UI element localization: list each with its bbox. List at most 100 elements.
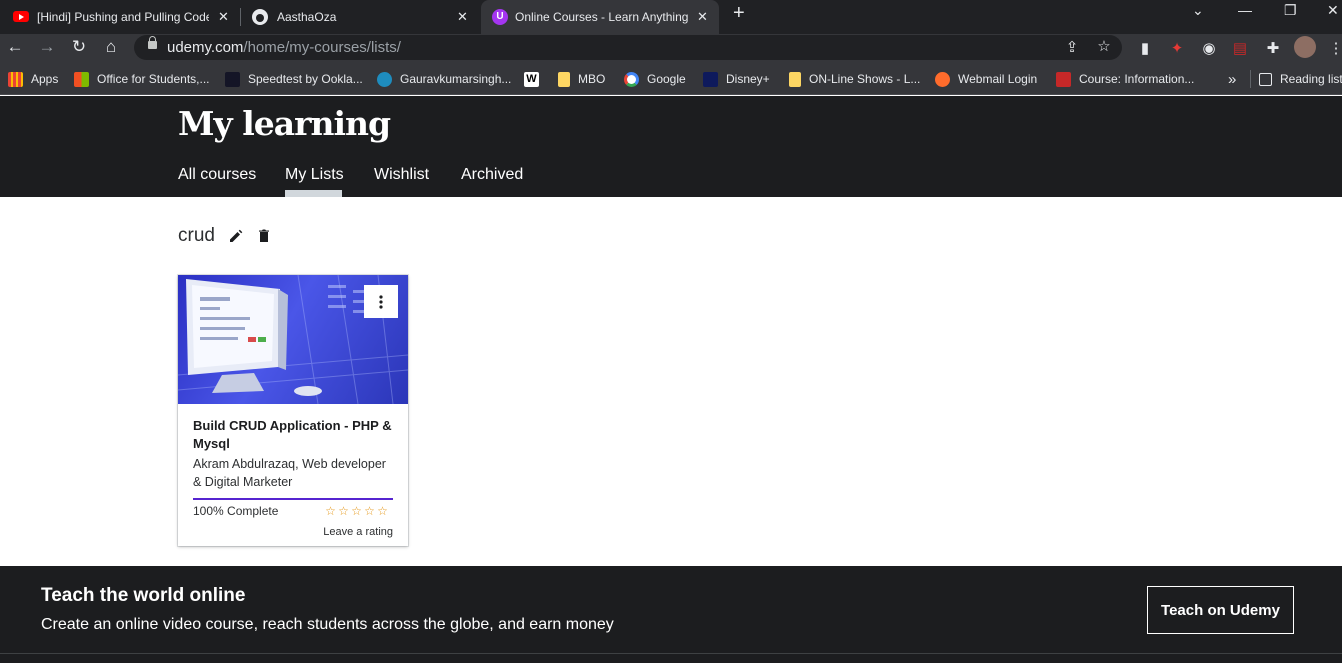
office-extension-icon[interactable]: ▮ <box>1135 39 1155 57</box>
back-icon[interactable]: ← <box>4 37 26 57</box>
browser-tab-github[interactable]: AasthaOza ✕ <box>241 0 480 34</box>
browser-tab-bar: [Hindi] Pushing and Pulling Code ✕ Aasth… <box>0 0 1342 34</box>
course-options-button[interactable] <box>364 285 398 318</box>
new-tab-icon[interactable]: + <box>733 2 745 25</box>
bookmark-course-information[interactable]: Course: Information... <box>1056 70 1194 88</box>
edit-pencil-icon[interactable] <box>228 228 244 244</box>
cpanel-icon <box>935 71 950 87</box>
teach-banner-subtitle: Create an online video course, reach stu… <box>41 616 614 633</box>
office-icon <box>74 71 89 87</box>
bookmark-star-icon[interactable]: ☆ <box>1094 37 1114 55</box>
close-tab-icon[interactable]: ✕ <box>218 9 229 25</box>
bookmark-online-shows[interactable]: ON-Line Shows - L... <box>789 70 920 88</box>
bookmark-label: Google <box>647 72 686 86</box>
close-tab-icon[interactable]: ✕ <box>457 9 468 25</box>
delete-trash-icon[interactable] <box>256 228 272 244</box>
lock-icon <box>148 36 157 49</box>
folder-icon <box>558 71 570 87</box>
leave-rating-link[interactable]: Leave a rating <box>323 526 393 538</box>
tab-wishlist[interactable]: Wishlist <box>374 166 429 184</box>
tab-title: [Hindi] Pushing and Pulling Code <box>37 10 209 24</box>
bookmark-webmail[interactable]: Webmail Login <box>935 70 1037 88</box>
browser-menu-icon[interactable]: ⋮ <box>1326 39 1342 57</box>
record-extension-icon[interactable]: ▤ <box>1230 39 1250 57</box>
reload-icon[interactable]: ↻ <box>68 37 90 57</box>
profile-avatar[interactable] <box>1294 36 1316 58</box>
star-icon[interactable]: ☆ <box>363 504 376 518</box>
pdf-extension-icon[interactable]: ✦ <box>1167 39 1187 57</box>
bookmark-apps[interactable]: Apps <box>8 70 58 88</box>
bookmark-label: Reading list <box>1280 72 1342 86</box>
bookmark-reading-list[interactable]: Reading list <box>1250 70 1342 88</box>
browser-tab-udemy[interactable]: U Online Courses - Learn Anything, ✕ <box>481 0 719 34</box>
home-icon[interactable]: ⌂ <box>100 37 122 57</box>
tab-search-icon[interactable]: ⌄ <box>1192 0 1204 24</box>
star-icon[interactable]: ☆ <box>337 504 350 518</box>
bookmark-label: ON-Line Shows - L... <box>809 72 921 86</box>
close-window-icon[interactable]: ✕ <box>1327 0 1339 24</box>
bookmark-label: Disney+ <box>726 72 770 86</box>
speedtest-icon <box>225 71 240 87</box>
browser-tab-youtube[interactable]: [Hindi] Pushing and Pulling Code ✕ <box>0 0 240 34</box>
list-name: crud <box>178 225 215 246</box>
share-icon[interactable]: ⇪ <box>1062 38 1082 56</box>
course-icon <box>1056 71 1071 87</box>
tab-title: AasthaOza <box>277 10 337 24</box>
course-progress-label: 100% Complete <box>193 504 279 518</box>
teach-on-udemy-button[interactable]: Teach on Udemy <box>1147 586 1294 634</box>
bookmark-label: Office for Students,... <box>97 72 210 86</box>
teach-banner: Teach the world online Create an online … <box>0 566 1342 663</box>
my-learning-header: My learning All courses My Lists Wishlis… <box>0 96 1342 197</box>
bookmark-label: Speedtest by Ookla... <box>248 72 363 86</box>
tab-all-courses[interactable]: All courses <box>178 166 256 184</box>
tab-archived[interactable]: Archived <box>461 166 523 184</box>
bookmark-mbo[interactable]: MBO <box>558 70 605 88</box>
url-text: udemy.com/home/my-courses/lists/ <box>167 39 401 56</box>
bookmark-speedtest[interactable]: Speedtest by Ookla... <box>225 70 363 88</box>
bookmark-google[interactable]: Google <box>624 70 686 88</box>
bookmark-disney[interactable]: Disney+ <box>703 70 770 88</box>
folder-icon <box>789 71 801 87</box>
udemy-icon: U <box>492 9 508 25</box>
extensions-puzzle-icon[interactable]: ✚ <box>1263 39 1283 57</box>
course-thumbnail[interactable] <box>178 275 408 404</box>
restore-icon[interactable]: ❐ <box>1284 0 1297 24</box>
bookmark-wordpress[interactable]: Gauravkumarsingh... <box>377 70 511 88</box>
kebab-menu-icon <box>379 294 383 309</box>
close-tab-icon[interactable]: ✕ <box>697 9 708 25</box>
bookmark-wikipedia[interactable]: W <box>524 70 547 88</box>
bookmark-label: Course: Information... <box>1079 72 1195 86</box>
bookmark-label: Gauravkumarsingh... <box>400 72 512 86</box>
tab-my-lists[interactable]: My Lists <box>285 166 344 184</box>
footer-divider <box>0 653 1342 654</box>
course-info: Build CRUD Application - PHP & Mysql Akr… <box>193 417 394 491</box>
apps-grid-icon <box>8 71 23 87</box>
star-icon[interactable]: ☆ <box>376 504 389 518</box>
wordpress-icon <box>377 71 392 87</box>
minimize-icon[interactable]: — <box>1238 0 1252 24</box>
disney-icon <box>703 71 718 87</box>
bookmark-office[interactable]: Office for Students,... <box>74 70 210 88</box>
github-icon <box>252 9 268 25</box>
course-title[interactable]: Build CRUD Application - PHP & Mysql <box>193 417 394 453</box>
address-bar[interactable]: udemy.com/home/my-courses/lists/ ⇪ ☆ <box>134 35 1122 60</box>
course-progress-bar <box>193 498 393 500</box>
more-bookmarks-button[interactable]: » <box>1228 70 1236 88</box>
wikipedia-icon: W <box>524 71 539 87</box>
bookmarks-bar: Apps Office for Students,... Speedtest b… <box>0 64 1342 95</box>
star-rating[interactable]: ☆ ☆ ☆ ☆ ☆ <box>324 504 389 518</box>
star-icon[interactable]: ☆ <box>324 504 337 518</box>
forward-icon[interactable]: → <box>36 37 58 57</box>
browser-toolbar: ← → ↻ ⌂ udemy.com/home/my-courses/lists/… <box>0 34 1342 64</box>
reading-list-icon <box>1259 72 1272 86</box>
list-header: crud <box>178 224 269 248</box>
bookmark-label: MBO <box>578 72 606 86</box>
course-instructor: Akram Abdulrazaq, Web developer & Digita… <box>193 457 386 489</box>
bookmark-label: Apps <box>31 72 59 86</box>
youtube-icon <box>13 11 29 22</box>
course-card[interactable]: Build CRUD Application - PHP & Mysql Akr… <box>178 275 408 546</box>
tracker-extension-icon[interactable]: ◉ <box>1199 39 1219 57</box>
star-icon[interactable]: ☆ <box>350 504 363 518</box>
active-tab-indicator <box>285 190 342 197</box>
teach-banner-title: Teach the world online <box>41 585 246 606</box>
